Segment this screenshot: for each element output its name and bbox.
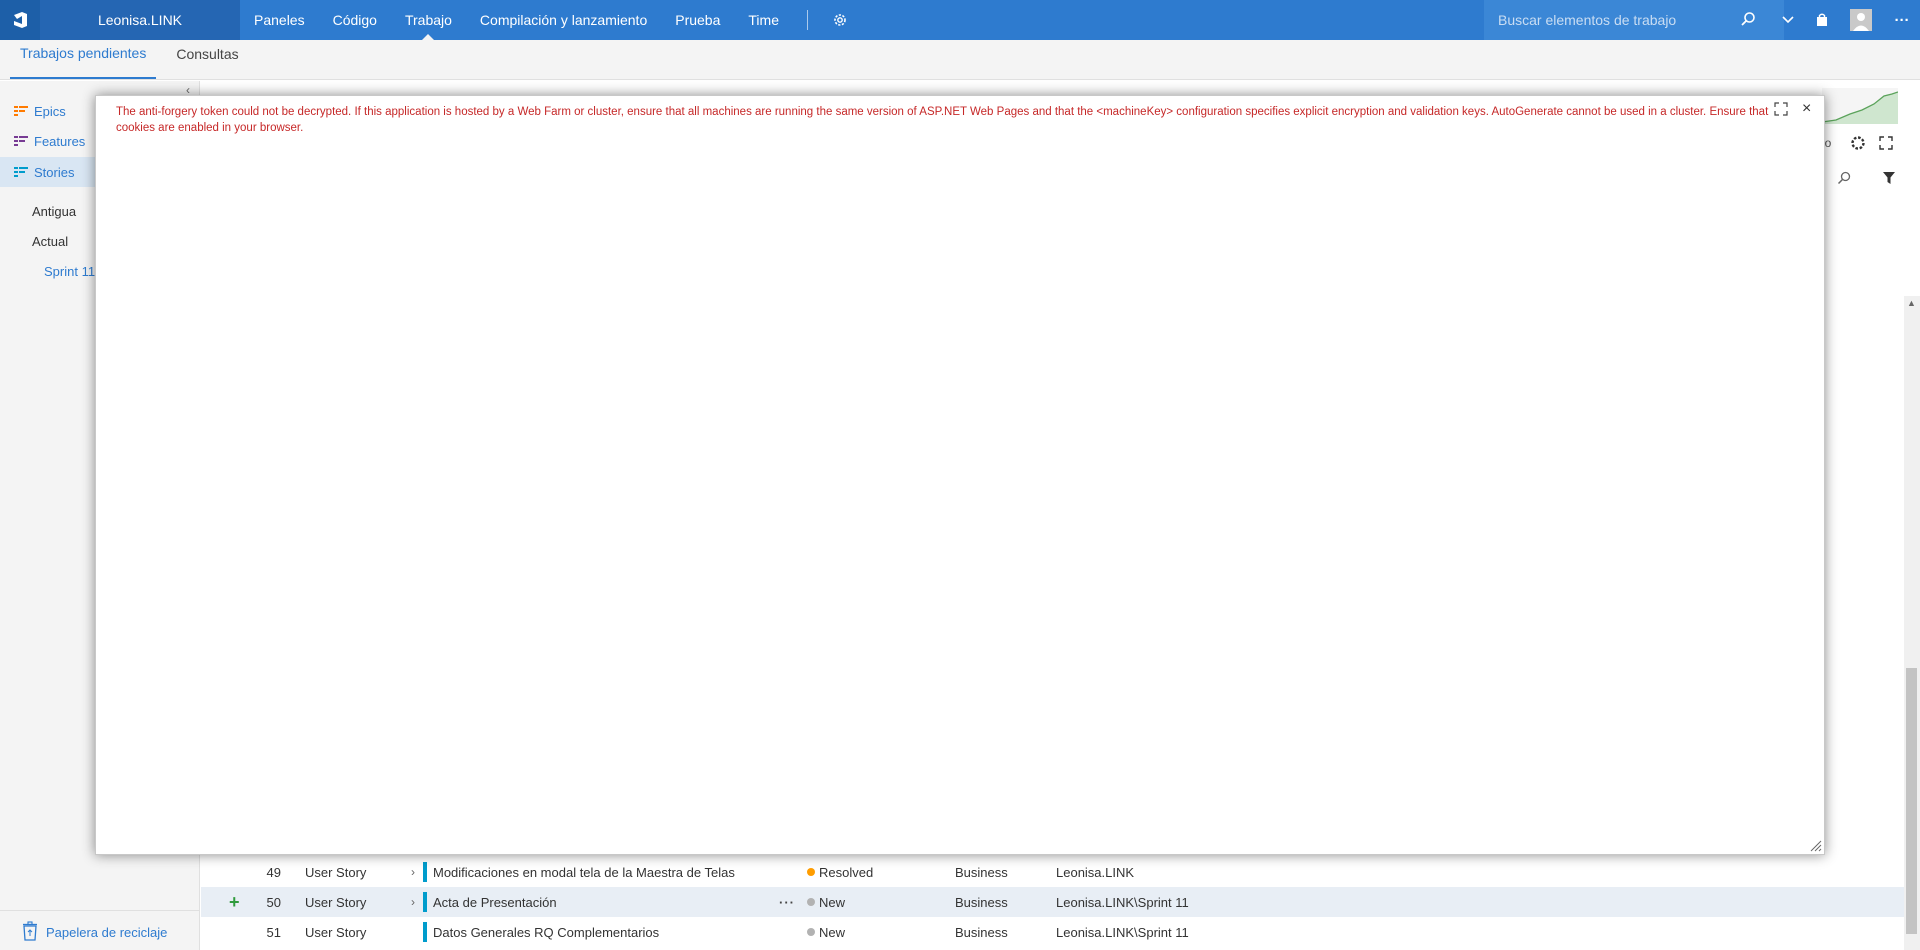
sidebar-item-label: Features (34, 134, 86, 149)
scrollbar-thumb[interactable] (1906, 668, 1917, 934)
iteration-sprint-11[interactable]: Sprint 11 (44, 264, 95, 279)
work-item-state: New (819, 894, 846, 910)
backlog-features-icon (14, 134, 28, 149)
search-icon[interactable] (1835, 169, 1853, 187)
settings-gear-icon[interactable] (1849, 134, 1867, 152)
table-row[interactable]: 51 User Story Datos Generales RQ Complem… (201, 917, 1904, 947)
top-navigation-bar: Leonisa.LINK Paneles Código Trabajo Comp… (0, 0, 1920, 40)
recycle-bin-link[interactable]: Papelera de reciclaje (22, 921, 167, 944)
nav-codigo[interactable]: Código (319, 0, 391, 40)
work-item-state: New (819, 924, 846, 940)
velocity-chart-thumbnail[interactable] (1821, 88, 1899, 124)
iteration-actual[interactable]: Actual (32, 234, 68, 249)
settings-gear-icon[interactable] (822, 12, 858, 28)
work-item-id: 49 (266, 864, 281, 880)
work-item-color-bar (423, 922, 427, 942)
search-input[interactable]: Buscar elementos de trabajo (1498, 12, 1740, 28)
state-dot-icon (807, 868, 815, 876)
work-item-type: User Story (305, 924, 367, 940)
hub-navigation: Paneles Código Trabajo Compilación y lan… (240, 0, 858, 40)
work-item-type: User Story (305, 864, 367, 880)
work-item-search[interactable]: Buscar elementos de trabajo (1484, 0, 1784, 40)
filter-icon[interactable] (1880, 169, 1898, 187)
vsts-logo-icon[interactable] (0, 0, 40, 40)
search-options-chevron-down-icon[interactable] (1778, 0, 1798, 40)
work-item-title[interactable]: Modificaciones en modal tela de la Maest… (433, 865, 735, 880)
table-row[interactable]: + 50 User Story › Acta de Presentación ·… (201, 887, 1904, 917)
work-item-type: User Story (305, 894, 367, 910)
user-avatar[interactable] (1848, 0, 1874, 40)
state-dot-icon (807, 898, 815, 906)
work-item-title[interactable]: Datos Generales RQ Complementarios (433, 925, 659, 940)
error-message: The anti-forgery token could not be decr… (116, 106, 1769, 134)
nav-compilacion[interactable]: Compilación y lanzamiento (466, 0, 661, 40)
recycle-bin-icon (22, 921, 38, 944)
work-item-area: Business (955, 894, 1008, 910)
work-item-area: Business (955, 924, 1008, 940)
work-item-iteration: Leonisa.LINK\Sprint 11 (1056, 894, 1189, 910)
work-item-area: Business (955, 864, 1008, 880)
work-item-color-bar (423, 862, 427, 882)
row-more-options-icon[interactable]: ··· (779, 895, 795, 910)
work-item-id: 50 (266, 894, 281, 910)
project-name[interactable]: Leonisa.LINK (40, 0, 240, 40)
close-icon[interactable]: × (1802, 100, 1811, 118)
sidebar-item-label: Epics (34, 104, 66, 119)
error-dialog[interactable]: The anti-forgery token could not be decr… (95, 95, 1825, 855)
nav-prueba[interactable]: Prueba (661, 0, 734, 40)
expand-chevron-icon[interactable]: › (411, 895, 415, 909)
work-item-id: 51 (266, 924, 281, 940)
recycle-divider (0, 910, 199, 911)
scroll-up-arrow-icon[interactable]: ▲ (1907, 298, 1916, 308)
tab-consultas[interactable]: Consultas (166, 39, 248, 79)
sidebar-item-epics[interactable]: Epics (14, 104, 66, 119)
add-child-plus-icon[interactable]: + (229, 892, 240, 913)
expand-chevron-icon[interactable]: › (411, 865, 415, 879)
work-item-color-bar (423, 892, 427, 912)
tab-trabajos-pendientes[interactable]: Trabajos pendientes (10, 39, 157, 79)
search-icon[interactable] (1740, 11, 1756, 30)
fullscreen-icon[interactable] (1877, 134, 1895, 152)
work-item-state: Resolved (819, 864, 874, 880)
resize-handle-icon[interactable] (1810, 840, 1822, 855)
nav-divider (806, 10, 808, 30)
work-item-title[interactable]: Acta de Presentación (433, 895, 557, 910)
sidebar-item-features[interactable]: Features (14, 134, 85, 149)
work-item-iteration: Leonisa.LINK (1056, 864, 1135, 880)
nav-paneles[interactable]: Paneles (240, 0, 319, 40)
more-options-icon[interactable]: ··· (1890, 0, 1914, 40)
recycle-bin-label: Papelera de reciclaje (46, 925, 168, 940)
nav-trabajo[interactable]: Trabajo (391, 0, 466, 40)
backlog-epics-icon (14, 104, 28, 119)
iteration-antigua[interactable]: Antigua (32, 204, 76, 219)
sidebar-item-label: Stories (34, 164, 75, 180)
backlog-stories-icon (14, 165, 28, 180)
maximize-dialog-icon[interactable] (1774, 102, 1788, 119)
work-subnavigation: Trabajos pendientes Consultas (0, 40, 1920, 80)
state-dot-icon (807, 928, 815, 936)
nav-time[interactable]: Time (734, 0, 793, 40)
work-item-iteration: Leonisa.LINK\Sprint 11 (1056, 924, 1189, 940)
table-row[interactable]: 49 User Story › Modificaciones en modal … (201, 857, 1904, 887)
marketplace-bag-icon[interactable] (1810, 0, 1834, 40)
